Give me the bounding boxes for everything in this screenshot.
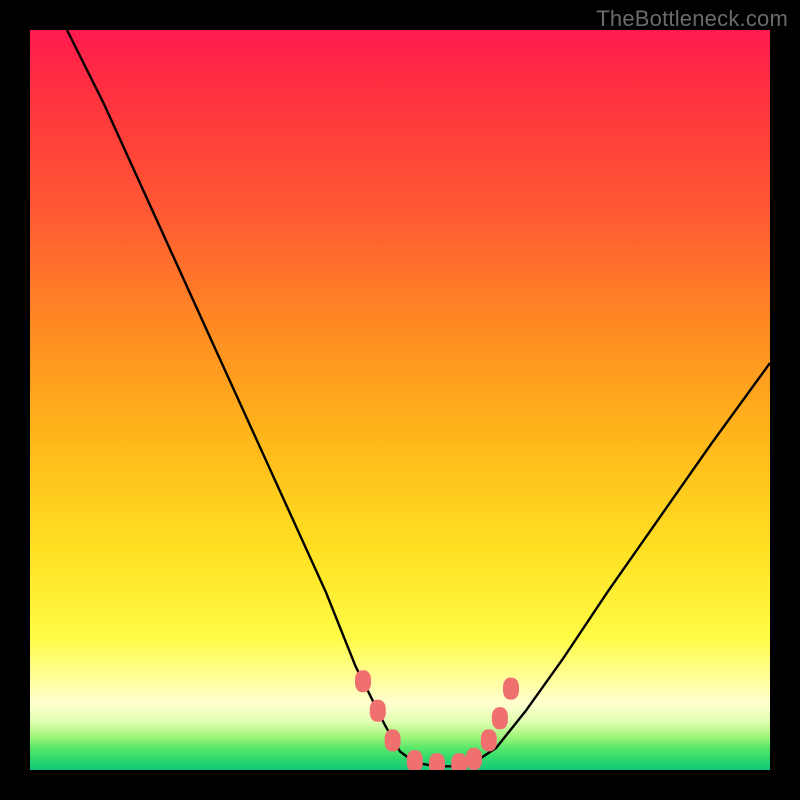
markers-layer (355, 670, 519, 770)
curve-marker (407, 750, 423, 770)
bottleneck-curve-path (67, 30, 770, 766)
curve-layer (67, 30, 770, 766)
curve-marker (503, 678, 519, 700)
curve-marker (481, 729, 497, 751)
curve-marker (355, 670, 371, 692)
outer-frame: TheBottleneck.com (0, 0, 800, 800)
curve-marker (429, 753, 445, 770)
chart-svg (30, 30, 770, 770)
watermark-text: TheBottleneck.com (596, 6, 788, 32)
curve-marker (466, 748, 482, 770)
curve-marker (370, 700, 386, 722)
plot-area (30, 30, 770, 770)
curve-marker (451, 753, 467, 770)
curve-marker (492, 707, 508, 729)
curve-marker (385, 729, 401, 751)
